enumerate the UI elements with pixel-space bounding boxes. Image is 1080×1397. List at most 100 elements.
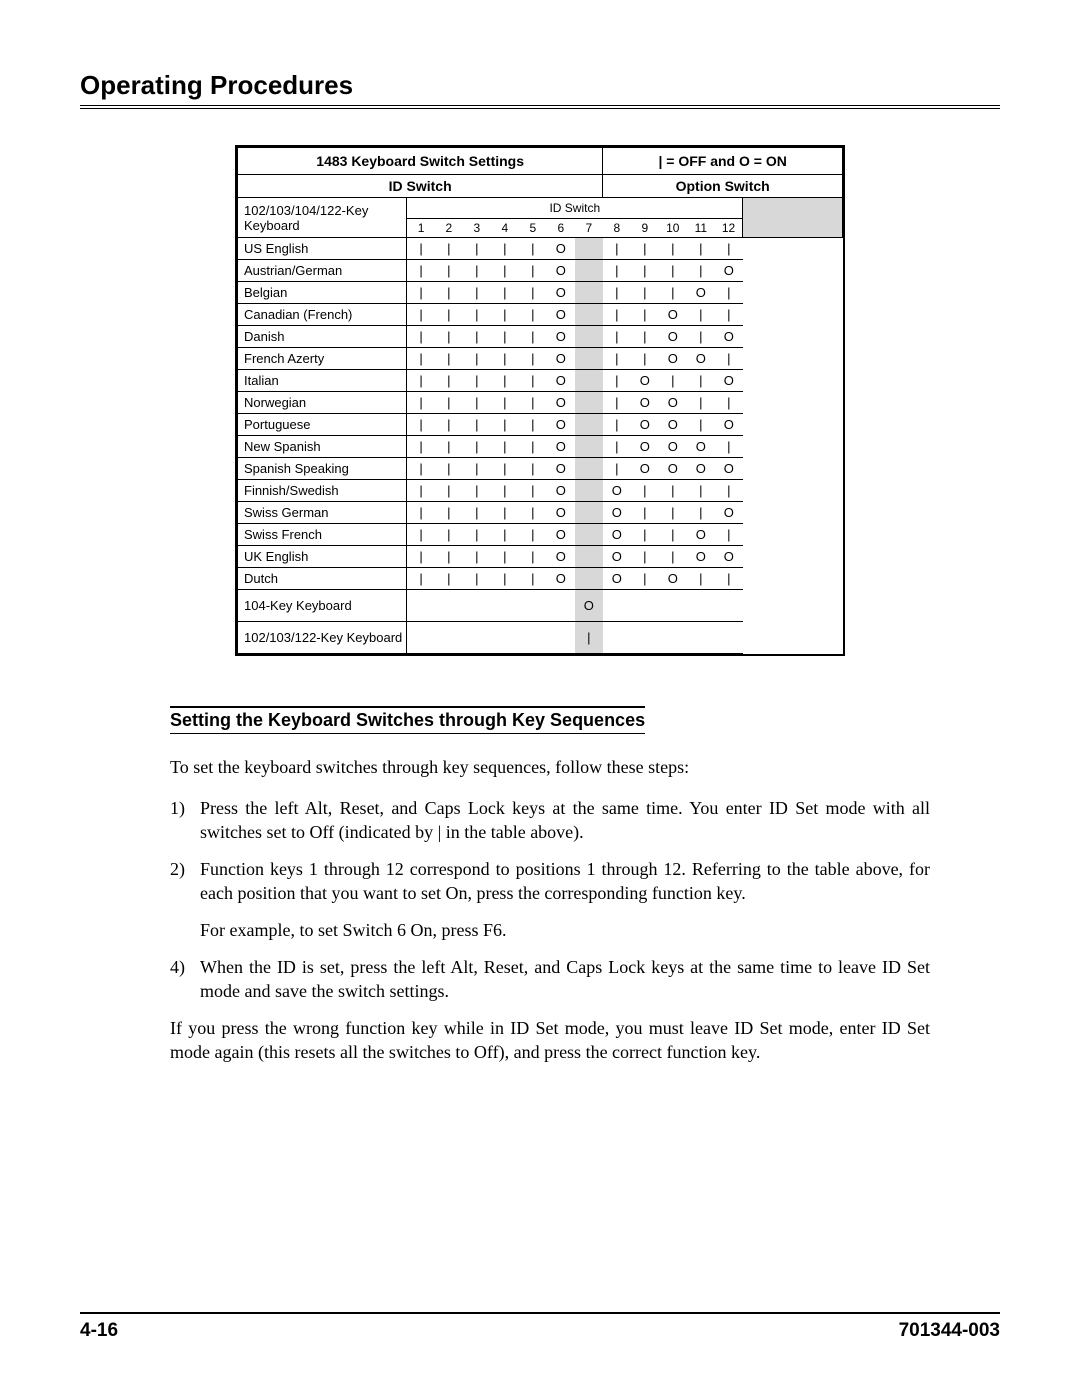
switch-cell: | bbox=[435, 348, 463, 370]
switch-cell: | bbox=[407, 370, 435, 392]
switch-cell: | bbox=[407, 348, 435, 370]
switch-cell: O bbox=[547, 436, 575, 458]
switch-cell: | bbox=[603, 370, 631, 392]
switch-cell: | bbox=[715, 348, 743, 370]
switch-cell: | bbox=[631, 502, 659, 524]
switch-cell: | bbox=[491, 524, 519, 546]
switch-cell: | bbox=[463, 502, 491, 524]
switch-cell: | bbox=[463, 260, 491, 282]
switch-cell: | bbox=[687, 502, 715, 524]
switch-cell: | bbox=[435, 260, 463, 282]
switch-cell: | bbox=[519, 304, 547, 326]
switch-cell: O bbox=[631, 392, 659, 414]
switch-cell: | bbox=[407, 546, 435, 568]
switch-cell: | bbox=[463, 304, 491, 326]
switch-cell: O bbox=[547, 458, 575, 480]
body-content: Setting the Keyboard Switches through Ke… bbox=[170, 706, 930, 1064]
switch-cell: O bbox=[603, 502, 631, 524]
switch-cell: | bbox=[687, 238, 715, 260]
switch-cell bbox=[575, 436, 603, 458]
table-row-label: Swiss French bbox=[238, 524, 407, 546]
switch-cell: O bbox=[687, 436, 715, 458]
switch-cell: | bbox=[491, 304, 519, 326]
switch-cell: | bbox=[463, 436, 491, 458]
switch-cell bbox=[575, 568, 603, 590]
switch-cell: | bbox=[687, 392, 715, 414]
switch-cell: | bbox=[603, 392, 631, 414]
switch-cell: | bbox=[659, 502, 687, 524]
switch-cell: O bbox=[659, 568, 687, 590]
switch-cell: | bbox=[631, 304, 659, 326]
switch-cell: | bbox=[519, 436, 547, 458]
switch-cell: O bbox=[603, 480, 631, 502]
switch-cell bbox=[575, 304, 603, 326]
switch-cell: O bbox=[687, 282, 715, 304]
col-num: 9 bbox=[631, 219, 659, 238]
switch-cell: | bbox=[407, 480, 435, 502]
switch-cell: O bbox=[631, 370, 659, 392]
switch-cell: | bbox=[491, 370, 519, 392]
footer-page-num: 4-16 bbox=[80, 1320, 118, 1342]
switch-cell bbox=[575, 348, 603, 370]
table-title-right: | = OFF and O = ON bbox=[603, 148, 843, 175]
col-num: 10 bbox=[659, 219, 687, 238]
table-row-label: Austrian/German bbox=[238, 260, 407, 282]
col-num: 12 bbox=[715, 219, 743, 238]
switch-cell: | bbox=[659, 480, 687, 502]
switch-cell: O bbox=[547, 260, 575, 282]
switch-cell: | bbox=[435, 524, 463, 546]
switch-cell: | bbox=[715, 282, 743, 304]
switch-cell: | bbox=[687, 370, 715, 392]
switch-cell: | bbox=[519, 414, 547, 436]
table-row-label: Dutch bbox=[238, 568, 407, 590]
table-row-label: Belgian bbox=[238, 282, 407, 304]
switch-cell bbox=[575, 282, 603, 304]
switch-cell: | bbox=[603, 458, 631, 480]
switch-cell: O bbox=[547, 546, 575, 568]
switch-cell: | bbox=[463, 326, 491, 348]
keyboard-type-line1: 102/103/104/122-Key bbox=[244, 203, 368, 218]
col-num: 2 bbox=[435, 219, 463, 238]
switch-cell: | bbox=[407, 326, 435, 348]
switch-cell: | bbox=[463, 546, 491, 568]
switch-cell: O bbox=[603, 524, 631, 546]
switch-cell: | bbox=[603, 282, 631, 304]
closing-para: If you press the wrong function key whil… bbox=[170, 1017, 930, 1064]
table-row-label: US English bbox=[238, 238, 407, 260]
table-row-label: Finnish/Swedish bbox=[238, 480, 407, 502]
switch-cell: O bbox=[547, 282, 575, 304]
switch-cell: | bbox=[435, 304, 463, 326]
switch-cell: | bbox=[659, 238, 687, 260]
switch-cell: O bbox=[659, 414, 687, 436]
switch-cell: | bbox=[463, 480, 491, 502]
table-row-label: Canadian (French) bbox=[238, 304, 407, 326]
step-1-num: 1) bbox=[170, 797, 200, 844]
switch-cell: | bbox=[407, 502, 435, 524]
switch-cell: | bbox=[659, 282, 687, 304]
switch-cell: | bbox=[491, 436, 519, 458]
switch-cell: | bbox=[491, 238, 519, 260]
table-row-label: New Spanish bbox=[238, 436, 407, 458]
switch-cell: | bbox=[631, 546, 659, 568]
switch-cell: | bbox=[715, 304, 743, 326]
switch-cell: | bbox=[435, 326, 463, 348]
switch-cell: | bbox=[463, 348, 491, 370]
switch-cell: | bbox=[491, 568, 519, 590]
switch-cell bbox=[575, 326, 603, 348]
switch-cell: | bbox=[407, 524, 435, 546]
switch-cell: | bbox=[435, 480, 463, 502]
intro-para: To set the keyboard switches through key… bbox=[170, 756, 930, 779]
switch-cell: O bbox=[547, 414, 575, 436]
switch-cell: | bbox=[687, 326, 715, 348]
switch-cell: O bbox=[715, 546, 743, 568]
switch-cell: O bbox=[547, 392, 575, 414]
switch-cell: | bbox=[519, 568, 547, 590]
step-2-text: Function keys 1 through 12 correspond to… bbox=[200, 858, 930, 905]
switch-cell: | bbox=[631, 238, 659, 260]
switch-cell: | bbox=[603, 414, 631, 436]
id-switch-header: ID Switch bbox=[238, 175, 603, 198]
switch-cell: | bbox=[407, 238, 435, 260]
switch-cell: | bbox=[407, 414, 435, 436]
col-num: 7 bbox=[575, 219, 603, 238]
switch-cell: O bbox=[547, 524, 575, 546]
